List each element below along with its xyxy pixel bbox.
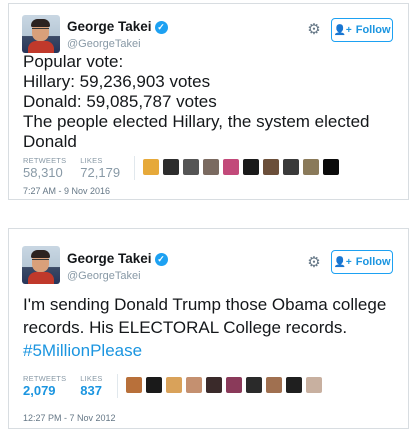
likes-count: 72,179 xyxy=(80,165,121,180)
liker-avatar[interactable] xyxy=(223,159,240,175)
liker-avatar[interactable] xyxy=(143,159,160,175)
tweet-stats: RETWEETS 2,079 LIKES 837 xyxy=(23,374,322,398)
tweet-line: Hillary: 59,236,903 votes xyxy=(23,72,211,91)
retweets-stat[interactable]: RETWEETS 58,310 xyxy=(23,156,66,180)
liker-avatar[interactable] xyxy=(263,159,280,175)
avatar[interactable] xyxy=(22,246,60,284)
follow-label: Follow xyxy=(355,256,391,268)
add-user-icon: 👤+ xyxy=(333,24,352,36)
add-user-icon: 👤+ xyxy=(333,256,352,268)
tweet-text: Popular vote: Hillary: 59,236,903 votes … xyxy=(23,52,401,152)
likes-stat[interactable]: LIKES 837 xyxy=(80,374,102,398)
tweet-card: George Takei ✓ @GeorgeTakei ⚙ 👤+ Follow P… xyxy=(8,3,409,200)
hashtag-link[interactable]: #5MillionPlease xyxy=(23,339,401,362)
liker-avatar[interactable] xyxy=(205,377,222,393)
retweets-count: 2,079 xyxy=(23,383,56,398)
liker-avatar[interactable] xyxy=(283,159,300,175)
tweet-card: George Takei ✓ @GeorgeTakei ⚙ 👤+ Follow I… xyxy=(8,228,409,429)
liker-avatar[interactable] xyxy=(305,377,322,393)
avatar[interactable] xyxy=(22,15,60,53)
divider xyxy=(116,374,118,398)
tweet-line: Popular vote: xyxy=(23,52,124,71)
likes-count: 837 xyxy=(80,383,102,398)
retweets-label: RETWEETS xyxy=(23,156,67,165)
verified-badge-icon: ✓ xyxy=(154,253,168,266)
liker-avatar[interactable] xyxy=(323,159,340,175)
likers-list xyxy=(143,159,340,175)
likers-list xyxy=(125,377,322,393)
author-info: George Takei ✓ @GeorgeTakei xyxy=(67,18,168,50)
tweet-line: The people elected Hillary, the system e… xyxy=(23,112,370,151)
verified-badge-icon: ✓ xyxy=(154,21,168,34)
gear-icon[interactable]: ⚙ xyxy=(306,22,322,38)
liker-avatar[interactable] xyxy=(165,377,182,393)
liker-avatar[interactable] xyxy=(125,377,142,393)
gear-icon[interactable]: ⚙ xyxy=(306,255,322,271)
liker-avatar[interactable] xyxy=(185,377,202,393)
tweet-timestamp[interactable]: 12:27 PM - 7 Nov 2012 xyxy=(23,413,116,423)
likes-stat[interactable]: LIKES 72,179 xyxy=(80,156,120,180)
liker-avatar[interactable] xyxy=(225,377,242,393)
likes-label: LIKES xyxy=(80,156,103,165)
liker-avatar[interactable] xyxy=(163,159,180,175)
retweets-label: RETWEETS xyxy=(23,374,67,383)
author-handle[interactable]: @GeorgeTakei xyxy=(67,38,168,50)
follow-button[interactable]: 👤+ Follow xyxy=(331,250,393,274)
likes-label: LIKES xyxy=(80,374,103,383)
liker-avatar[interactable] xyxy=(203,159,220,175)
tweet-timestamp[interactable]: 7:27 AM - 9 Nov 2016 xyxy=(23,186,110,196)
retweets-count: 58,310 xyxy=(23,165,63,180)
liker-avatar[interactable] xyxy=(285,377,302,393)
author-handle[interactable]: @GeorgeTakei xyxy=(67,270,168,282)
tweet-text: I'm sending Donald Trump those Obama col… xyxy=(23,293,401,362)
author-name[interactable]: George Takei xyxy=(67,19,152,34)
follow-button[interactable]: 👤+ Follow xyxy=(331,18,393,42)
author-name[interactable]: George Takei xyxy=(67,251,152,266)
tweet-line: Donald: 59,085,787 votes xyxy=(23,92,217,111)
author-info: George Takei ✓ @GeorgeTakei xyxy=(67,250,168,282)
tweet-stats: RETWEETS 58,310 LIKES 72,179 xyxy=(23,156,340,180)
retweets-stat[interactable]: RETWEETS 2,079 xyxy=(23,374,66,398)
liker-avatar[interactable] xyxy=(243,159,260,175)
liker-avatar[interactable] xyxy=(303,159,320,175)
follow-label: Follow xyxy=(355,24,391,36)
tweet-line: I'm sending Donald Trump those Obama col… xyxy=(23,295,387,337)
liker-avatar[interactable] xyxy=(145,377,162,393)
divider xyxy=(134,156,136,180)
liker-avatar[interactable] xyxy=(245,377,262,393)
liker-avatar[interactable] xyxy=(183,159,200,175)
liker-avatar[interactable] xyxy=(265,377,282,393)
